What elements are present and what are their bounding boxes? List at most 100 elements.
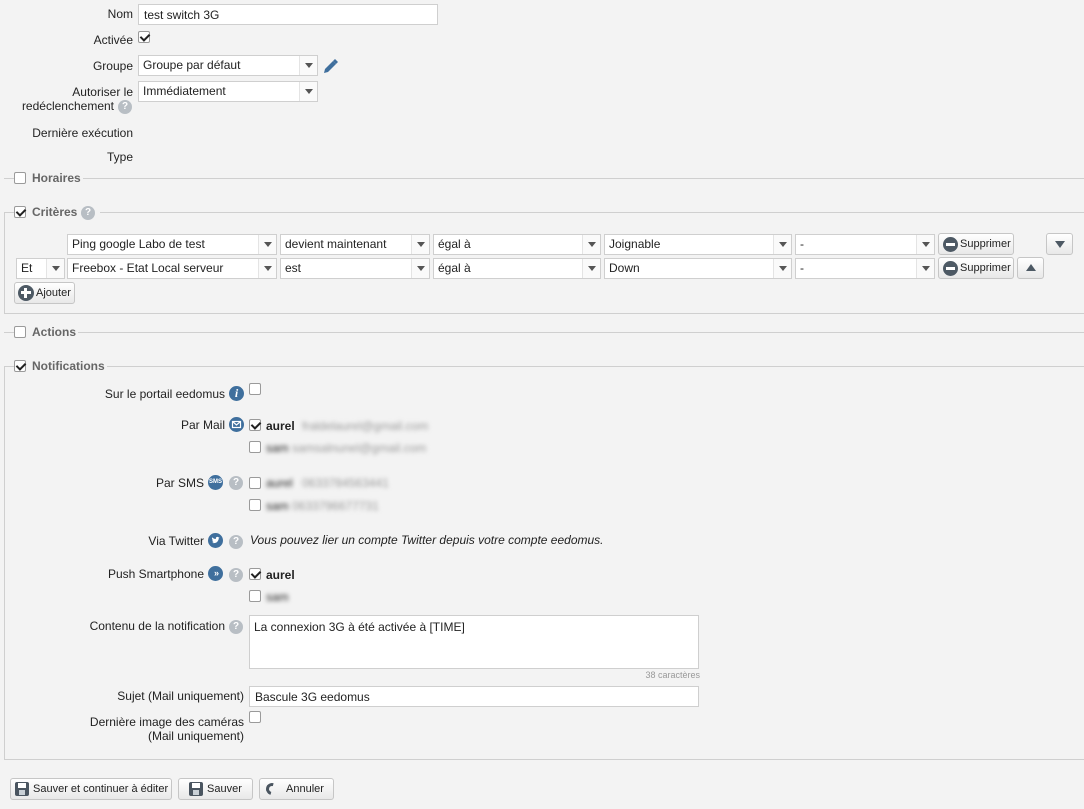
mail-recipient-checkbox[interactable]	[249, 441, 261, 453]
delete-criteria-button[interactable]: Supprimer	[938, 257, 1014, 279]
char-count: 38 caractères	[645, 670, 700, 680]
sms-icon: SMS	[208, 475, 223, 490]
minus-icon	[943, 237, 958, 252]
sms-recipient-contact: 0633784563441	[302, 476, 389, 490]
sms-recipient-checkbox[interactable]	[249, 499, 261, 511]
criteria-operator-select[interactable]: égal à	[433, 234, 601, 255]
criteria-condition-select[interactable]: devient maintenant	[280, 234, 430, 255]
bird-icon	[211, 536, 220, 544]
autoriser-label-line1: Autoriser le	[72, 85, 133, 99]
camera-label-line1: Dernière image des caméras	[89, 715, 244, 729]
groupe-select[interactable]: Groupe par défaut	[138, 55, 318, 76]
nom-input[interactable]	[138, 4, 438, 25]
notifications-border-bottom	[4, 759, 1084, 760]
nom-label: Nom	[107, 7, 133, 21]
criteria-condition-select[interactable]: est	[280, 258, 430, 279]
actions-divider	[78, 332, 1084, 333]
delete-criteria-button[interactable]: Supprimer	[938, 233, 1014, 255]
notifications-checkbox[interactable]	[14, 360, 26, 372]
actions-section[interactable]: Actions	[14, 325, 76, 339]
cancel-button[interactable]: Annuler	[259, 778, 334, 800]
criteria-extra-select[interactable]: -	[795, 234, 935, 255]
horaires-divider	[83, 178, 1084, 179]
mail-recipient-name: aurel	[266, 419, 295, 433]
criteres-help-icon[interactable]: ?	[81, 206, 95, 220]
actions-divider-left	[4, 332, 14, 333]
envelope-icon	[231, 420, 242, 429]
criteres-border-top	[100, 212, 1084, 213]
type-label: Type	[106, 150, 133, 164]
criteria-operator-select[interactable]: égal à	[433, 258, 601, 279]
move-up-button[interactable]	[1017, 257, 1044, 279]
arrow-up-icon	[1026, 264, 1036, 271]
sujet-input[interactable]	[249, 686, 699, 707]
save-continue-button[interactable]: Sauver et continuer à éditer	[10, 778, 172, 800]
derniere-execution-label: Dernière exécution	[32, 126, 133, 140]
sms-help-icon[interactable]: ?	[229, 476, 243, 490]
groupe-label: Groupe	[92, 59, 133, 73]
notifications-border-top-left	[4, 366, 14, 367]
mail-label: Par Mail	[180, 418, 225, 432]
mail-recipient-checkbox[interactable]	[249, 419, 261, 431]
help-icon[interactable]: ?	[118, 100, 132, 114]
save-disk-icon	[189, 782, 203, 796]
activee-checkbox[interactable]	[138, 31, 150, 43]
criteria-device-select[interactable]: Freebox - Etat Local serveur	[67, 258, 277, 279]
mail-icon	[229, 417, 244, 432]
criteria-value-select[interactable]: Joignable	[604, 234, 792, 255]
criteres-border-top-left	[4, 212, 14, 213]
autoriser-label-line2: redéclenchement	[21, 99, 114, 113]
sms-label: Par SMS	[155, 476, 204, 490]
twitter-note: Vous pouvez lier un compte Twitter depui…	[250, 533, 604, 547]
push-icon: »	[208, 566, 223, 581]
mail-recipient-contact: samsalnunel@gmail.com	[292, 441, 427, 455]
add-criteria-button[interactable]: Ajouter	[14, 282, 75, 304]
move-down-button[interactable]	[1046, 233, 1073, 255]
contenu-label: Contenu de la notification	[89, 619, 225, 633]
criteria-device-select[interactable]: Ping google Labo de test	[67, 234, 277, 255]
criteria-value-select[interactable]: Down	[604, 258, 792, 279]
horaires-divider-left	[4, 178, 14, 179]
mail-recipient-contact: fraldelaurel@gmail.com	[302, 419, 429, 433]
notifications-section[interactable]: Notifications	[14, 359, 106, 373]
notifications-border-top	[107, 366, 1084, 367]
push-recipient-name: aurel	[266, 568, 295, 582]
contenu-textarea[interactable]: La connexion 3G à été activée à [TIME]	[249, 615, 699, 669]
push-recipient-checkbox[interactable]	[249, 568, 261, 580]
sms-recipient-name: aurel	[266, 476, 293, 490]
portail-checkbox[interactable]	[249, 383, 261, 395]
save-button[interactable]: Sauver	[178, 778, 253, 800]
undo-icon	[263, 780, 281, 798]
camera-label-line2: (Mail uniquement)	[147, 729, 244, 743]
twitter-label: Via Twitter	[148, 534, 204, 548]
horaires-section[interactable]: Horaires	[14, 171, 84, 185]
sms-recipient-name: sam	[266, 499, 289, 513]
sms-recipient-checkbox[interactable]	[249, 477, 261, 489]
redeclenchement-select[interactable]: Immédiatement	[138, 81, 318, 102]
camera-checkbox[interactable]	[249, 711, 261, 723]
sujet-label: Sujet (Mail uniquement)	[117, 689, 244, 703]
criteria-extra-select[interactable]: -	[795, 258, 935, 279]
push-label: Push Smartphone	[107, 567, 204, 581]
activee-label: Activée	[93, 33, 133, 47]
portail-label: Sur le portail eedomus	[104, 387, 225, 401]
contenu-help-icon[interactable]: ?	[229, 620, 243, 634]
twitter-icon	[208, 533, 223, 548]
actions-checkbox[interactable]	[14, 326, 26, 338]
arrow-down-icon	[1055, 241, 1065, 248]
mail-recipient-name: sam	[266, 441, 289, 455]
minus-icon	[943, 261, 958, 276]
criteres-border-left	[4, 212, 5, 314]
criteria-connector-select[interactable]: Et	[16, 258, 65, 279]
push-help-icon[interactable]: ?	[229, 568, 243, 582]
sms-recipient-contact: 0633796677731	[292, 499, 379, 513]
plus-icon	[18, 285, 34, 301]
criteres-checkbox[interactable]	[14, 206, 26, 218]
horaires-checkbox[interactable]	[14, 172, 26, 184]
twitter-help-icon[interactable]: ?	[229, 535, 243, 549]
info-icon: i	[229, 386, 244, 401]
edit-pencil-icon[interactable]	[321, 58, 339, 76]
push-recipient-name: sam	[266, 590, 289, 604]
push-recipient-checkbox[interactable]	[249, 590, 261, 602]
criteres-border-bottom	[4, 313, 1084, 314]
